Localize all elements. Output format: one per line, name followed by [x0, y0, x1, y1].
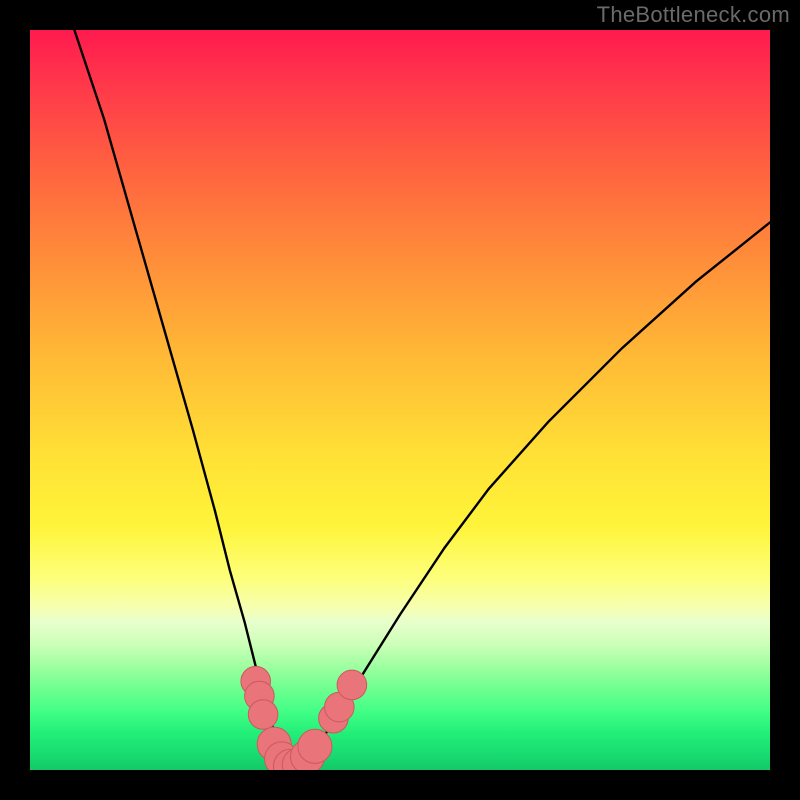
chart-frame: TheBottleneck.com: [0, 0, 800, 800]
curve-marker: [248, 700, 278, 730]
plot-area: [30, 30, 770, 770]
curve-marker: [337, 670, 367, 700]
curve-marker: [298, 729, 332, 763]
watermark-text: TheBottleneck.com: [597, 2, 790, 28]
chart-svg: [30, 30, 770, 770]
curve-markers: [241, 666, 367, 770]
bottleneck-curve: [74, 30, 770, 766]
